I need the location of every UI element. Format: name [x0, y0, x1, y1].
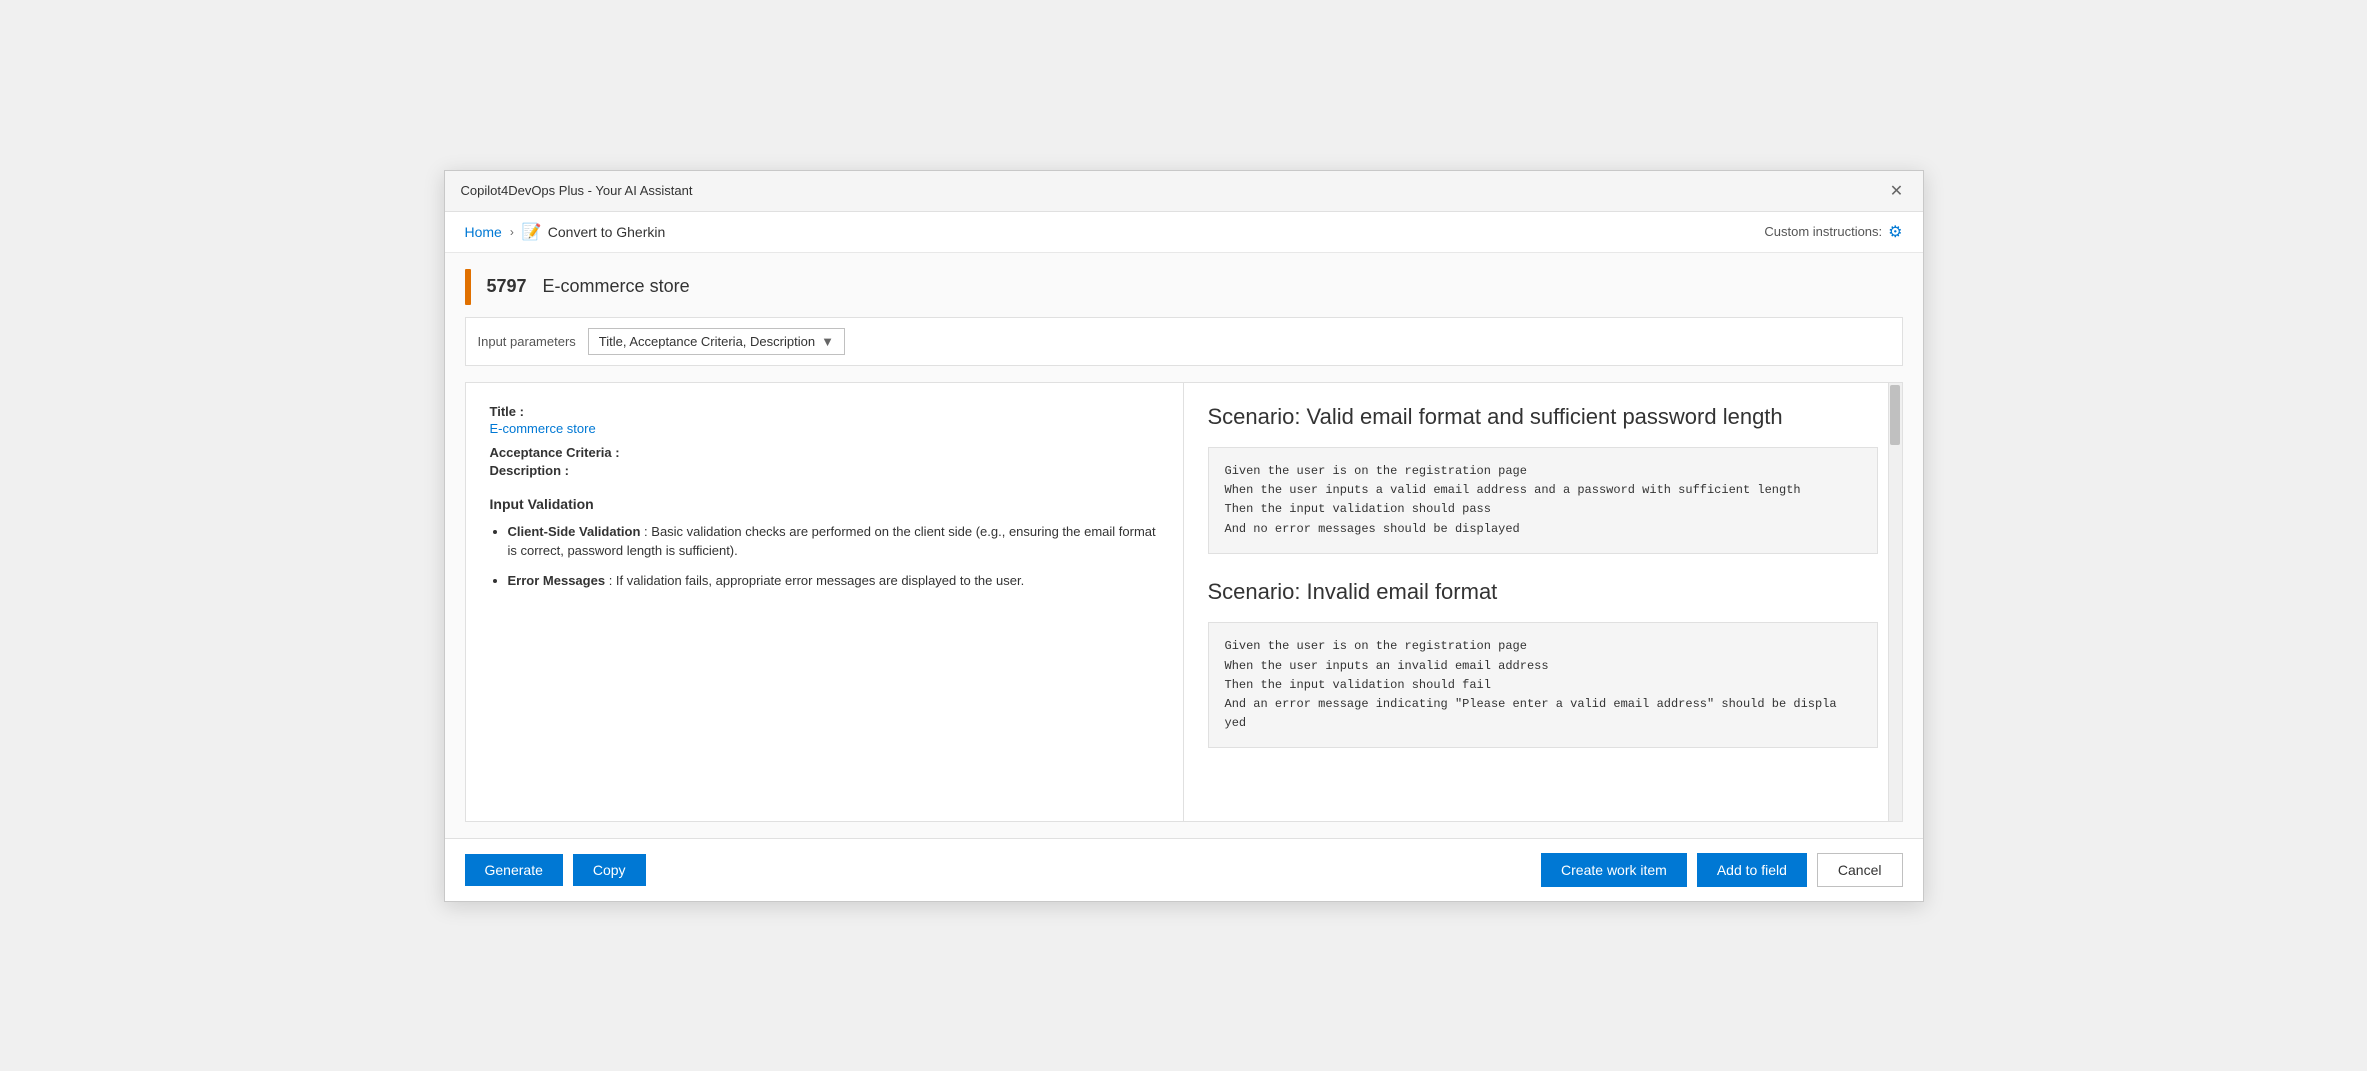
main-window: Copilot4DevOps Plus - Your AI Assistant …	[444, 170, 1924, 902]
window-title: Copilot4DevOps Plus - Your AI Assistant	[461, 183, 693, 198]
section-title: Input Validation	[490, 496, 1159, 512]
footer-left: Generate Copy	[465, 854, 646, 886]
acceptance-field: Acceptance Criteria :	[490, 444, 1159, 462]
title-field-label: Title :	[490, 404, 524, 419]
work-item-id: 5797	[487, 276, 527, 297]
scrollbar-thumb	[1890, 385, 1900, 445]
work-item-header: 5797 E-commerce store	[465, 269, 1903, 305]
bullet-2-text: : If validation fails, appropriate error…	[609, 573, 1025, 588]
title-bar: Copilot4DevOps Plus - Your AI Assistant …	[445, 171, 1923, 212]
settings-icon[interactable]: ⚙	[1888, 222, 1902, 242]
work-item-title: E-commerce store	[543, 276, 690, 297]
custom-instructions-label: Custom instructions:	[1764, 224, 1882, 239]
left-panel: Title : E-commerce store Acceptance Crit…	[466, 383, 1184, 821]
right-panel: Scenario: Valid email format and suffici…	[1184, 383, 1902, 821]
scenario-2-code: Given the user is on the registration pa…	[1208, 622, 1878, 748]
cancel-button[interactable]: Cancel	[1817, 853, 1903, 887]
chevron-down-icon: ▼	[821, 334, 834, 349]
list-item: Client-Side Validation : Basic validatio…	[508, 522, 1159, 561]
home-link[interactable]: Home	[465, 224, 502, 240]
acceptance-field-label: Acceptance Criteria :	[490, 445, 620, 460]
content-area: 5797 E-commerce store Input parameters T…	[445, 253, 1923, 838]
input-params-label: Input parameters	[478, 334, 576, 349]
scenario-2-title: Scenario: Invalid email format	[1208, 578, 1878, 607]
title-field: Title : E-commerce store	[490, 403, 1159, 436]
list-item: Error Messages : If validation fails, ap…	[508, 571, 1159, 591]
scenario-1-title: Scenario: Valid email format and suffici…	[1208, 403, 1878, 432]
bullet-2-bold: Error Messages	[508, 573, 606, 588]
page-title: Convert to Gherkin	[548, 224, 666, 240]
scenario-1-code: Given the user is on the registration pa…	[1208, 447, 1878, 554]
page-icon: 📝	[522, 222, 542, 242]
bullet-1-bold: Client-Side Validation	[508, 524, 641, 539]
orange-bar	[465, 269, 471, 305]
input-params-row: Input parameters Title, Acceptance Crite…	[465, 317, 1903, 366]
description-field: Description :	[490, 462, 1159, 480]
description-field-label: Description :	[490, 463, 569, 478]
footer-right: Create work item Add to field Cancel	[1541, 853, 1902, 887]
generate-button[interactable]: Generate	[465, 854, 563, 886]
breadcrumb-separator: ›	[510, 225, 514, 239]
breadcrumb: Home › 📝 Convert to Gherkin	[465, 222, 666, 242]
scrollbar-track[interactable]	[1888, 383, 1902, 821]
bullet-list: Client-Side Validation : Basic validatio…	[490, 522, 1159, 591]
select-value: Title, Acceptance Criteria, Description	[599, 334, 815, 349]
title-field-value: E-commerce store	[490, 421, 1159, 436]
nav-bar: Home › 📝 Convert to Gherkin Custom instr…	[445, 212, 1923, 253]
create-work-item-button[interactable]: Create work item	[1541, 853, 1687, 887]
footer-bar: Generate Copy Create work item Add to fi…	[445, 838, 1923, 901]
main-panels: Title : E-commerce store Acceptance Crit…	[465, 382, 1903, 822]
input-params-select[interactable]: Title, Acceptance Criteria, Description …	[588, 328, 845, 355]
add-to-field-button[interactable]: Add to field	[1697, 853, 1807, 887]
custom-instructions: Custom instructions: ⚙	[1764, 222, 1902, 242]
copy-button[interactable]: Copy	[573, 854, 646, 886]
current-page-label: 📝 Convert to Gherkin	[522, 222, 665, 242]
close-button[interactable]: ✕	[1887, 181, 1907, 201]
